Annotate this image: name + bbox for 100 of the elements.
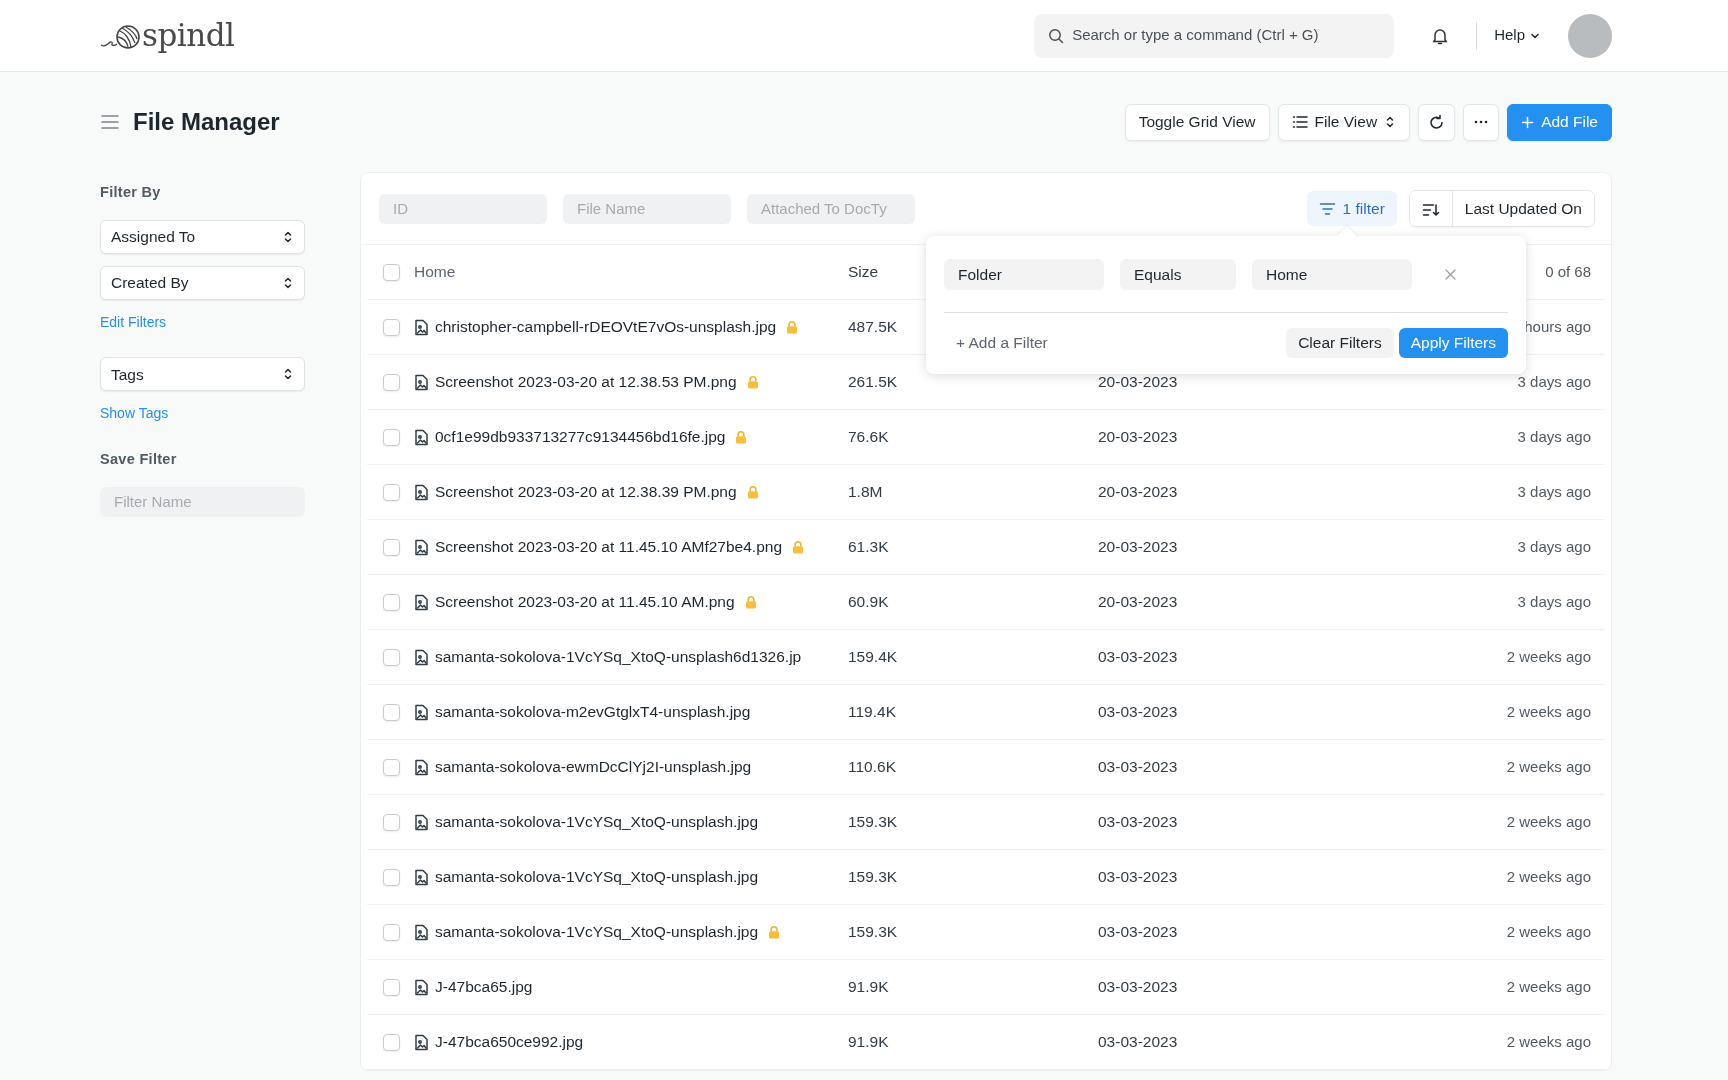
file-name[interactable]: samanta-sokolova-ewmDcClYj2I-unsplash.jpg [435, 755, 752, 779]
image-file-icon [414, 648, 429, 666]
file-date: 03-03-2023 [1098, 868, 1178, 886]
file-date: 03-03-2023 [1098, 813, 1178, 831]
sort-order-button[interactable] [1409, 191, 1452, 226]
file-name[interactable]: Screenshot 2023-03-20 at 11.45.10 AM.png [435, 590, 735, 614]
modified-time: 3 days ago [1517, 427, 1591, 445]
file-date: 03-03-2023 [1098, 648, 1178, 666]
filter-field[interactable]: Attached To DocTy [747, 193, 915, 224]
column-header: Size [848, 263, 879, 281]
row-checkbox[interactable] [383, 978, 400, 996]
filter-name-field[interactable]: Filter Name [100, 486, 305, 517]
avatar[interactable] [1568, 13, 1612, 58]
file-name[interactable]: christopher-campbell-rDEOVtE7vOs-unsplash.jpg [435, 315, 777, 339]
up-down-arrows-icon [282, 229, 294, 244]
file-name[interactable]: samanta-sokolova-1VcYSq_XtoQ-unsplash.jpg [435, 920, 759, 944]
row-checkbox[interactable] [383, 318, 400, 336]
search-field[interactable]: Search or type a command (Ctrl + G) [1034, 13, 1395, 58]
sort-field-button[interactable]: Last Updated On [1451, 191, 1594, 226]
file-date: 03-03-2023 [1098, 1033, 1178, 1051]
modified-time: 2 weeks ago [1506, 922, 1591, 940]
filter-select[interactable]: Assigned To [100, 219, 305, 254]
file-size: 61.3K [848, 538, 889, 556]
filter-select[interactable]: Created By [100, 265, 305, 300]
file-date: 20-03-2023 [1098, 538, 1178, 556]
filter-field[interactable]: File Name [563, 193, 731, 224]
search-icon [1048, 27, 1065, 44]
file-size: 261.5K [848, 373, 898, 391]
file-size: 159.3K [848, 923, 898, 941]
file-size: 487.5K [848, 318, 898, 336]
image-file-icon [414, 318, 429, 336]
modified-time: 3 days ago [1517, 592, 1591, 610]
sort-icon [1421, 201, 1440, 218]
row-checkbox[interactable] [383, 868, 400, 886]
file-date: 03-03-2023 [1098, 978, 1178, 996]
row-checkbox[interactable] [383, 428, 400, 446]
refresh-icon [1428, 113, 1446, 131]
file-size: 119.4K [848, 703, 896, 721]
file-name[interactable]: Screenshot 2023-03-20 at 12.38.53 PM.png [435, 370, 737, 394]
list-icon [1291, 115, 1308, 129]
view-dropdown[interactable]: File View [1277, 103, 1411, 141]
filter-field[interactable]: ID [379, 193, 547, 224]
file-name[interactable]: Screenshot 2023-03-20 at 11.45.10 AMf27be4.png [435, 535, 782, 559]
row-checkbox[interactable] [383, 593, 400, 611]
clear-filters-button[interactable]: Clear Filters [1286, 328, 1394, 358]
modified-time: 3 days ago [1517, 372, 1591, 390]
row-checkbox[interactable] [383, 1033, 400, 1051]
image-file-icon [414, 978, 429, 996]
more-icon [1473, 120, 1490, 124]
help-menu[interactable]: Help [1493, 23, 1542, 48]
filter-condition-select[interactable]: Equals [1120, 259, 1236, 290]
file-name[interactable]: 0cf1e99db933713277c9134456bd16fe.jpg [435, 425, 726, 449]
file-size: 1.8M [848, 483, 883, 501]
row-checkbox[interactable] [383, 538, 400, 556]
select-all-checkbox[interactable] [383, 263, 400, 281]
menu-icon[interactable] [100, 114, 120, 130]
filter-field-select[interactable]: Folder [944, 259, 1104, 290]
filter-button[interactable]: 1 filter [1306, 191, 1397, 226]
file-name[interactable]: samanta-sokolova-1VcYSq_XtoQ-unsplash.jpg [435, 865, 759, 889]
close-icon[interactable] [1444, 268, 1457, 281]
plus-icon [1521, 115, 1535, 129]
page-title: File Manager [133, 107, 280, 137]
add-filter-button[interactable]: + Add a Filter [944, 328, 1060, 358]
file-size: 76.6K [848, 428, 889, 446]
modified-time: 2 weeks ago [1506, 867, 1591, 885]
file-name[interactable]: samanta-sokolova-m2evGtglxT4-unsplash.jpg [435, 700, 751, 724]
image-file-icon [414, 1033, 429, 1051]
row-checkbox[interactable] [383, 648, 400, 666]
filter-icon [1318, 201, 1336, 216]
filter-value-field[interactable]: Home [1252, 259, 1412, 290]
image-file-icon [414, 758, 429, 776]
modified-time: 2 weeks ago [1506, 702, 1591, 720]
file-name[interactable]: J-47bca65.jpg [435, 975, 533, 999]
image-file-icon [414, 373, 429, 391]
file-name[interactable]: Screenshot 2023-03-20 at 12.38.39 PM.png [435, 480, 737, 504]
modified-time: 2 weeks ago [1506, 1032, 1591, 1050]
row-checkbox[interactable] [383, 923, 400, 941]
filter-select[interactable]: Tags [100, 357, 305, 392]
up-down-arrows-icon [282, 275, 294, 290]
more-button[interactable] [1463, 103, 1500, 141]
file-name[interactable]: samanta-sokolova-1VcYSq_XtoQ-unsplash6d1326.jp [435, 645, 802, 669]
file-name[interactable]: J-47bca650ce992.jpg [435, 1030, 584, 1054]
row-checkbox[interactable] [383, 483, 400, 501]
file-size: 159.3K [848, 813, 898, 831]
logo[interactable]: spindl [100, 12, 235, 59]
image-file-icon [414, 538, 429, 556]
modified-time: 2 weeks ago [1506, 647, 1591, 665]
refresh-button[interactable] [1418, 103, 1456, 141]
image-file-icon [414, 813, 429, 831]
file-size: 60.9K [848, 593, 889, 611]
file-name[interactable]: samanta-sokolova-1VcYSq_XtoQ-unsplash.jpg [435, 810, 759, 834]
row-checkbox[interactable] [383, 703, 400, 721]
row-checkbox[interactable] [383, 813, 400, 831]
row-checkbox[interactable] [383, 758, 400, 776]
row-checkbox[interactable] [383, 373, 400, 391]
modified-time: 2 weeks ago [1506, 757, 1591, 775]
row-count: 0 of 68 [1545, 262, 1591, 280]
image-file-icon [414, 923, 429, 941]
file-date: 20-03-2023 [1098, 593, 1178, 611]
toggle-grid-button[interactable]: Toggle Grid View [1124, 103, 1270, 141]
